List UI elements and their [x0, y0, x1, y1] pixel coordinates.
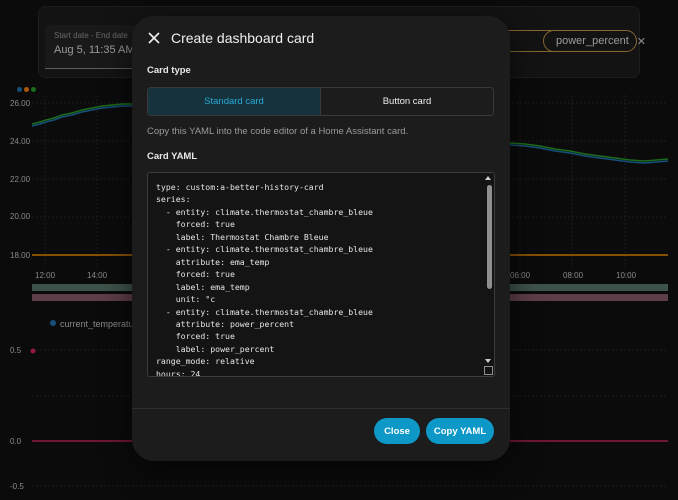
- dialog-divider: [132, 408, 510, 409]
- copy-yaml-button[interactable]: Copy YAML: [426, 418, 494, 444]
- yaml-textarea[interactable]: type: custom:a-better-history-card serie…: [147, 172, 495, 377]
- yaml-content: type: custom:a-better-history-card serie…: [156, 182, 373, 377]
- copy-hint: Copy this YAML into the code editor of a…: [147, 126, 409, 137]
- button-card-option[interactable]: Button card: [320, 88, 493, 115]
- card-yaml-label: Card YAML: [147, 151, 198, 162]
- card-type-toggle: Standard card Button card: [147, 87, 494, 116]
- close-icon: [148, 32, 160, 44]
- scroll-down-arrow[interactable]: [485, 359, 491, 363]
- close-button[interactable]: Close: [374, 418, 420, 444]
- create-card-dialog: Create dashboard card Card type Standard…: [132, 16, 510, 461]
- card-type-label: Card type: [147, 65, 191, 76]
- standard-card-option[interactable]: Standard card: [148, 88, 320, 115]
- close-dialog-button[interactable]: [142, 26, 166, 50]
- scroll-up-arrow[interactable]: [485, 176, 491, 180]
- scrollbar-thumb[interactable]: [487, 185, 492, 289]
- dialog-title: Create dashboard card: [171, 30, 315, 46]
- resize-handle[interactable]: [484, 366, 493, 375]
